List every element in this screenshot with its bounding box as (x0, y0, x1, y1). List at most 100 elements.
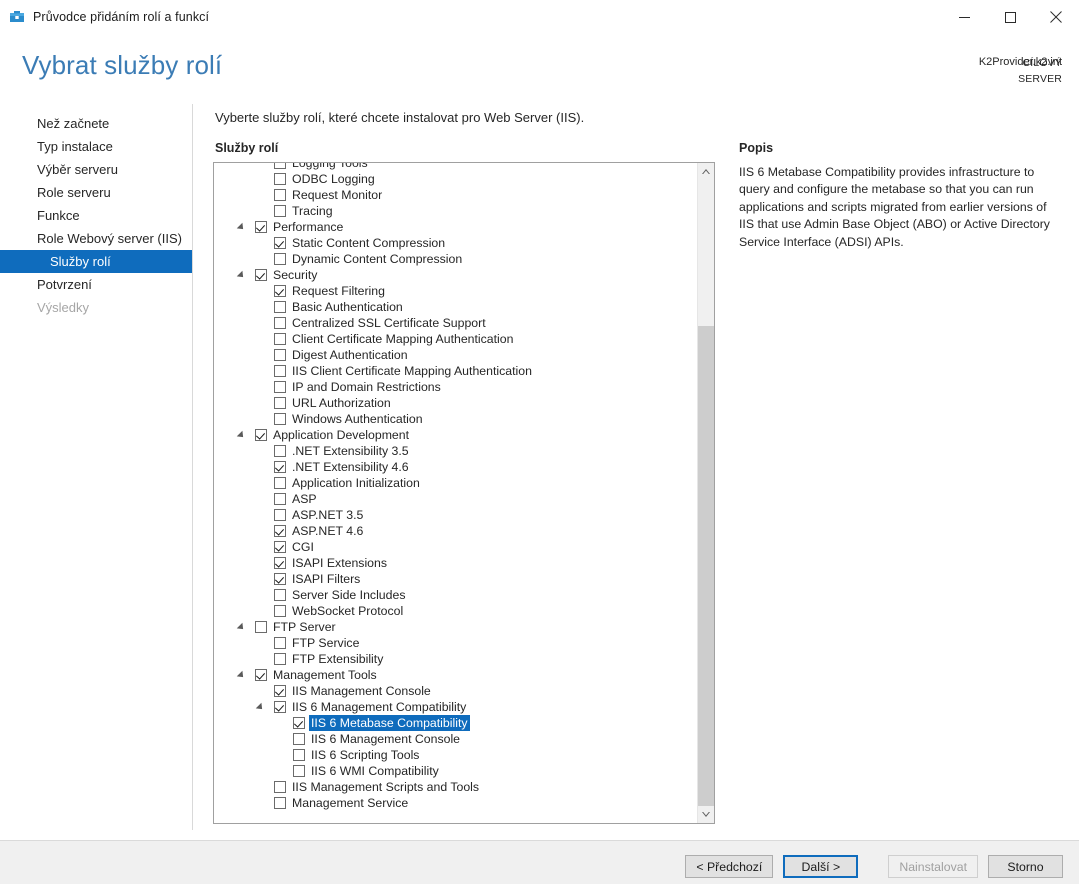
tree-item-label[interactable]: Tracing (292, 203, 333, 219)
expander-triangle-icon[interactable] (236, 270, 246, 280)
checkbox[interactable] (274, 253, 286, 265)
checkbox[interactable] (274, 205, 286, 217)
sidebar-item-0[interactable]: Než začnete (0, 112, 192, 135)
checkbox[interactable] (274, 493, 286, 505)
tree-item-label[interactable]: URL Authorization (292, 395, 391, 411)
tree-row[interactable]: IIS Management Scripts and Tools (214, 779, 699, 795)
checkbox[interactable] (274, 173, 286, 185)
tree-row[interactable]: IIS 6 Metabase Compatibility (214, 715, 699, 731)
checkbox[interactable] (274, 781, 286, 793)
checkbox[interactable] (274, 445, 286, 457)
tree-item-label[interactable]: Digest Authentication (292, 347, 408, 363)
tree-row[interactable]: IIS 6 WMI Compatibility (214, 763, 699, 779)
checkbox[interactable] (255, 269, 267, 281)
checkbox[interactable] (293, 749, 305, 761)
tree-row[interactable]: IIS 6 Management Console (214, 731, 699, 747)
checkbox[interactable] (274, 461, 286, 473)
tree-row[interactable]: .NET Extensibility 3.5 (214, 443, 699, 459)
tree-row[interactable]: Windows Authentication (214, 411, 699, 427)
role-services-tree[interactable]: Logging Tools ODBC Logging Request Monitor… (214, 163, 699, 811)
tree-row[interactable]: Static Content Compression (214, 235, 699, 251)
tree-item-label[interactable]: CGI (292, 539, 314, 555)
tree-item-label[interactable]: Static Content Compression (292, 235, 445, 251)
tree-row[interactable]: Application Initialization (214, 475, 699, 491)
tree-row[interactable]: FTP Server (214, 619, 699, 635)
tree-row[interactable]: CGI (214, 539, 699, 555)
checkbox[interactable] (274, 589, 286, 601)
tree-row[interactable]: .NET Extensibility 4.6 (214, 459, 699, 475)
checkbox[interactable] (293, 765, 305, 777)
tree-row[interactable]: Request Filtering (214, 283, 699, 299)
checkbox[interactable] (274, 525, 286, 537)
tree-row[interactable]: Request Monitor (214, 187, 699, 203)
tree-item-label[interactable]: IIS 6 Management Compatibility (292, 699, 466, 715)
tree-row[interactable]: Application Development (214, 427, 699, 443)
tree-row[interactable]: Performance (214, 219, 699, 235)
tree-item-label[interactable]: IIS Management Console (292, 683, 431, 699)
tree-row[interactable]: Tracing (214, 203, 699, 219)
checkbox[interactable] (274, 349, 286, 361)
checkbox[interactable] (255, 669, 267, 681)
checkbox[interactable] (274, 397, 286, 409)
tree-item-label[interactable]: FTP Extensibility (292, 651, 383, 667)
tree-row[interactable]: IP and Domain Restrictions (214, 379, 699, 395)
checkbox[interactable] (274, 701, 286, 713)
checkbox[interactable] (274, 605, 286, 617)
tree-item-label[interactable]: Dynamic Content Compression (292, 251, 462, 267)
tree-row[interactable]: Management Service (214, 795, 699, 811)
checkbox[interactable] (274, 509, 286, 521)
tree-item-label[interactable]: IIS Management Scripts and Tools (292, 779, 479, 795)
checkbox[interactable] (274, 477, 286, 489)
tree-item-label[interactable]: Basic Authentication (292, 299, 403, 315)
tree-row[interactable]: ASP.NET 4.6 (214, 523, 699, 539)
tree-row[interactable]: Digest Authentication (214, 347, 699, 363)
tree-row[interactable]: FTP Extensibility (214, 651, 699, 667)
tree-row[interactable]: Logging Tools (214, 163, 699, 171)
tree-item-label[interactable]: Windows Authentication (292, 411, 423, 427)
sidebar-item-7[interactable]: Potvrzení (0, 273, 192, 296)
checkbox[interactable] (274, 573, 286, 585)
tree-item-label[interactable]: FTP Server (273, 619, 336, 635)
close-icon[interactable] (1033, 0, 1079, 34)
minimize-icon[interactable] (941, 0, 987, 34)
tree-item-label[interactable]: Management Tools (273, 667, 377, 683)
tree-item-label[interactable]: Server Side Includes (292, 587, 405, 603)
tree-row[interactable]: ISAPI Extensions (214, 555, 699, 571)
checkbox[interactable] (274, 237, 286, 249)
tree-item-label[interactable]: Performance (273, 219, 343, 235)
checkbox[interactable] (274, 413, 286, 425)
tree-row[interactable]: ODBC Logging (214, 171, 699, 187)
checkbox[interactable] (274, 189, 286, 201)
scrollbar-track[interactable] (698, 326, 714, 806)
tree-item-label[interactable]: ASP.NET 3.5 (292, 507, 363, 523)
cancel-button[interactable]: Storno (988, 855, 1063, 878)
tree-item-label[interactable]: Management Service (292, 795, 408, 811)
checkbox[interactable] (274, 365, 286, 377)
tree-item-label[interactable]: Request Monitor (292, 187, 382, 203)
tree-item-label[interactable]: ISAPI Filters (292, 571, 360, 587)
sidebar-item-3[interactable]: Role serveru (0, 181, 192, 204)
tree-item-label[interactable]: ASP (292, 491, 317, 507)
sidebar-item-2[interactable]: Výběr serveru (0, 158, 192, 181)
checkbox[interactable] (274, 317, 286, 329)
tree-row[interactable]: IIS Client Certificate Mapping Authentic… (214, 363, 699, 379)
tree-row[interactable]: ISAPI Filters (214, 571, 699, 587)
tree-item-label[interactable]: IIS 6 Scripting Tools (311, 747, 419, 763)
previous-button[interactable]: < Předchozí (685, 855, 774, 878)
tree-item-label[interactable]: IIS 6 WMI Compatibility (311, 763, 439, 779)
checkbox[interactable] (274, 333, 286, 345)
expander-triangle-icon[interactable] (236, 430, 246, 440)
sidebar-item-1[interactable]: Typ instalace (0, 135, 192, 158)
tree-item-label[interactable]: Client Certificate Mapping Authenticatio… (292, 331, 513, 347)
tree-row[interactable]: ASP (214, 491, 699, 507)
checkbox[interactable] (255, 221, 267, 233)
role-services-list[interactable]: Logging Tools ODBC Logging Request Monitor… (213, 162, 715, 824)
tree-item-label[interactable]: IIS 6 Management Console (311, 731, 460, 747)
checkbox[interactable] (274, 653, 286, 665)
scrollbar-thumb[interactable] (698, 180, 714, 326)
sidebar-item-4[interactable]: Funkce (0, 204, 192, 227)
tree-row[interactable]: WebSocket Protocol (214, 603, 699, 619)
tree-item-label[interactable]: Centralized SSL Certificate Support (292, 315, 486, 331)
checkbox[interactable] (274, 637, 286, 649)
checkbox[interactable] (293, 733, 305, 745)
